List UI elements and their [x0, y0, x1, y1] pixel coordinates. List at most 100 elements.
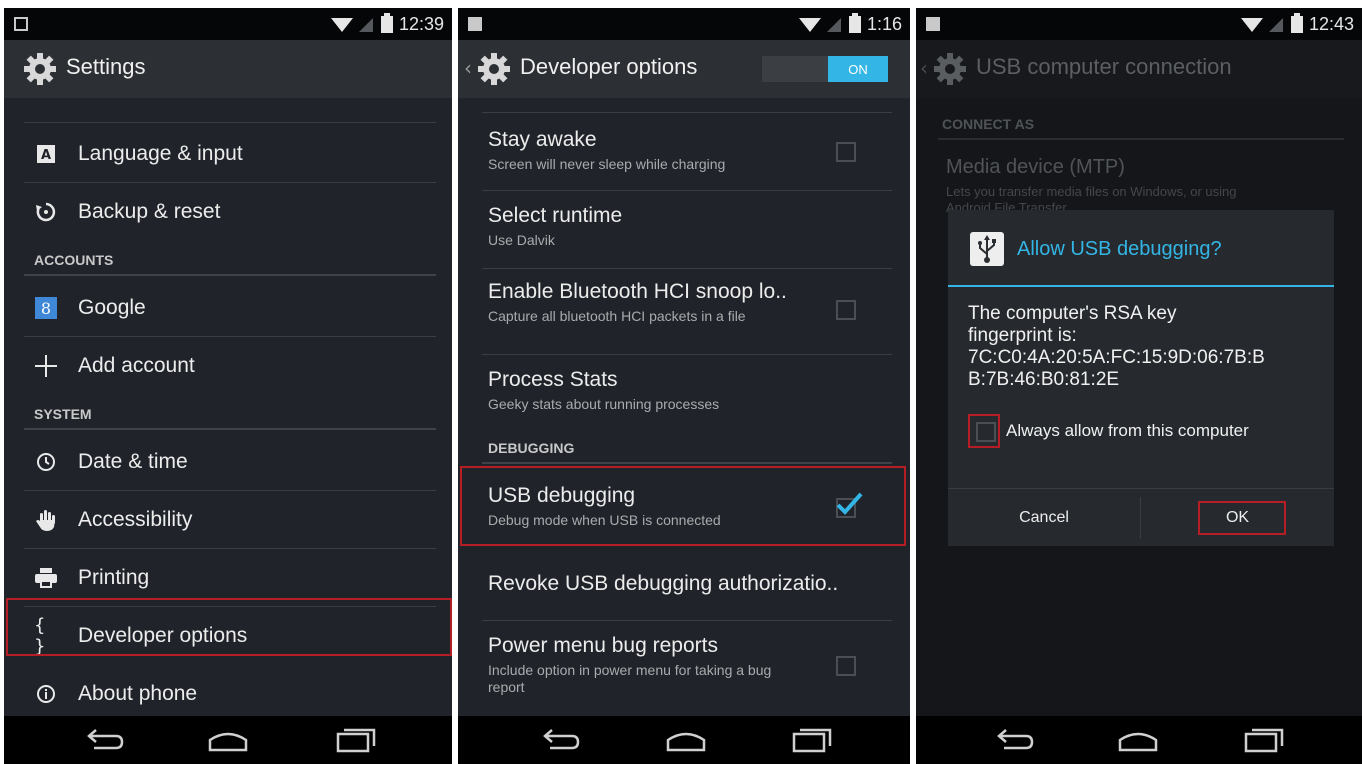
dialog-buttons: Cancel OK: [948, 488, 1334, 546]
option-usb-debugging[interactable]: USB debugging Debug mode when USB is con…: [488, 484, 890, 529]
media-device-title: Media device (MTP): [946, 156, 1125, 178]
option-title: Select runtime: [488, 204, 623, 227]
action-bar: ‹ USB computer connection: [916, 40, 1362, 98]
checkmark-icon: [836, 492, 863, 515]
option-title: Power menu bug reports: [488, 634, 718, 657]
gear-icon: [24, 53, 56, 85]
allow-usb-debugging-dialog: Allow USB debugging? The computer's RSA …: [948, 210, 1334, 546]
settings-item-date-time[interactable]: Date & time: [4, 436, 452, 488]
page-title: USB computer connection: [976, 54, 1232, 79]
svg-text:8: 8: [41, 299, 51, 318]
section-header-debugging: DEBUGGING: [488, 440, 575, 456]
message-line: The computer's RSA key: [968, 303, 1177, 324]
status-bar: 12:39: [4, 8, 452, 40]
gear-icon: [934, 53, 966, 85]
developer-options-list: Stay awake Screen will never sleep while…: [458, 98, 910, 716]
back-icon[interactable]: [538, 726, 582, 754]
printer-icon: [34, 566, 58, 590]
signal-icon: [1268, 18, 1283, 32]
recent-apps-icon[interactable]: [790, 726, 834, 754]
section-header-connect-as: CONNECT AS: [942, 116, 1035, 132]
recent-apps-icon[interactable]: [334, 726, 378, 754]
settings-item-label: Developer options: [78, 624, 248, 647]
section-header-accounts: ACCOUNTS: [34, 252, 114, 268]
plus-icon: [34, 354, 58, 378]
navigation-bar: [4, 716, 452, 764]
backup-restore-icon: [34, 200, 58, 224]
dialog-message: The computer's RSA key fingerprint is: 7…: [968, 303, 1316, 391]
wifi-icon: [798, 18, 821, 32]
option-title: Process Stats: [488, 368, 618, 391]
stay-awake-checkbox[interactable]: [836, 142, 856, 162]
option-title: Enable Bluetooth HCI snoop lo..: [488, 280, 787, 303]
settings-screen: 12:39 Settings A Language & input Backup…: [4, 8, 452, 764]
rsa-fingerprint: 7C:C0:4A:20:5A:FC:15:9D:06:7B:B: [968, 347, 1265, 368]
cancel-button[interactable]: Cancel: [948, 489, 1140, 547]
usb-connection-screen: 12:43 ‹ USB computer connection CONNECT …: [916, 8, 1362, 764]
ok-button[interactable]: OK: [1141, 489, 1334, 547]
message-line: fingerprint is:: [968, 325, 1077, 346]
notification-icon: [14, 17, 28, 31]
status-bar: 12:43: [916, 8, 1362, 40]
wifi-icon: [1240, 18, 1263, 32]
hand-icon: [34, 508, 58, 532]
braces-icon: { }: [34, 615, 48, 657]
back-icon[interactable]: [992, 726, 1036, 754]
status-bar: 1:16: [458, 8, 910, 40]
signal-icon: [826, 18, 841, 32]
gear-icon[interactable]: [476, 51, 512, 87]
battery-icon: [380, 12, 393, 33]
option-bluetooth-hci[interactable]: Enable Bluetooth HCI snoop lo.. Capture …: [488, 280, 790, 325]
settings-item-developer-options[interactable]: { } Developer options: [4, 610, 452, 662]
option-power-menu-bug-reports[interactable]: Power menu bug reports Include option in…: [488, 634, 800, 696]
settings-item-label: Date & time: [78, 450, 188, 473]
page-title: Developer options: [520, 54, 698, 79]
recent-apps-icon[interactable]: [1242, 726, 1286, 754]
option-subtitle: Screen will never sleep while charging: [488, 156, 726, 172]
google-g-icon: 8: [34, 296, 58, 320]
settings-item-label: Backup & reset: [78, 200, 221, 223]
signal-icon: [358, 18, 373, 32]
settings-item-google[interactable]: 8 Google: [4, 282, 452, 334]
back-icon[interactable]: [82, 726, 126, 754]
settings-item-label: Language & input: [78, 142, 243, 165]
always-allow-checkbox[interactable]: [976, 422, 996, 442]
option-process-stats[interactable]: Process Stats Geeky stats about running …: [488, 368, 890, 413]
home-icon[interactable]: [1114, 726, 1162, 754]
settings-item-accessibility[interactable]: Accessibility: [4, 494, 452, 546]
developer-options-toggle[interactable]: ON: [762, 56, 888, 82]
settings-item-label: Google: [78, 296, 146, 319]
battery-icon: [848, 12, 861, 33]
option-subtitle: Use Dalvik: [488, 232, 555, 248]
action-bar: Settings: [4, 40, 452, 98]
page-title: Settings: [66, 54, 146, 79]
navigation-bar: [458, 716, 910, 764]
settings-item-about-phone[interactable]: About phone: [4, 668, 452, 720]
settings-item-printing[interactable]: Printing: [4, 552, 452, 604]
status-time: 12:39: [398, 13, 444, 34]
settings-item-add-account[interactable]: Add account: [4, 340, 452, 392]
keyboard-a-icon: A: [34, 142, 58, 166]
power-menu-bug-reports-checkbox[interactable]: [836, 656, 856, 676]
up-caret-icon: ‹: [920, 56, 928, 80]
option-revoke-usb-authorizations[interactable]: Revoke USB debugging authorizatio..: [488, 572, 890, 596]
up-caret-icon[interactable]: ‹: [464, 56, 472, 80]
navigation-bar: [916, 716, 1362, 764]
option-subtitle: Capture all bluetooth HCI packets in a f…: [488, 308, 746, 324]
action-bar: ‹ Developer options ON: [458, 40, 910, 98]
option-stay-awake[interactable]: Stay awake Screen will never sleep while…: [488, 128, 890, 173]
bluetooth-hci-checkbox[interactable]: [836, 300, 856, 320]
option-select-runtime[interactable]: Select runtime Use Dalvik: [488, 204, 890, 249]
rsa-fingerprint: B:7B:46:B0:81:2E: [968, 369, 1120, 390]
home-icon[interactable]: [204, 726, 252, 754]
usb-connection-background: CONNECT AS Media device (MTP) Lets you t…: [916, 98, 1362, 716]
status-time: 1:16: [866, 13, 902, 34]
home-icon[interactable]: [662, 726, 710, 754]
status-time: 12:43: [1308, 13, 1354, 34]
settings-item-language[interactable]: A Language & input: [4, 128, 452, 180]
option-title: Stay awake: [488, 128, 597, 151]
option-title: USB debugging: [488, 484, 636, 507]
settings-item-backup[interactable]: Backup & reset: [4, 186, 452, 238]
info-icon: [34, 682, 58, 706]
settings-list: A Language & input Backup & reset ACCOUN…: [4, 98, 452, 716]
